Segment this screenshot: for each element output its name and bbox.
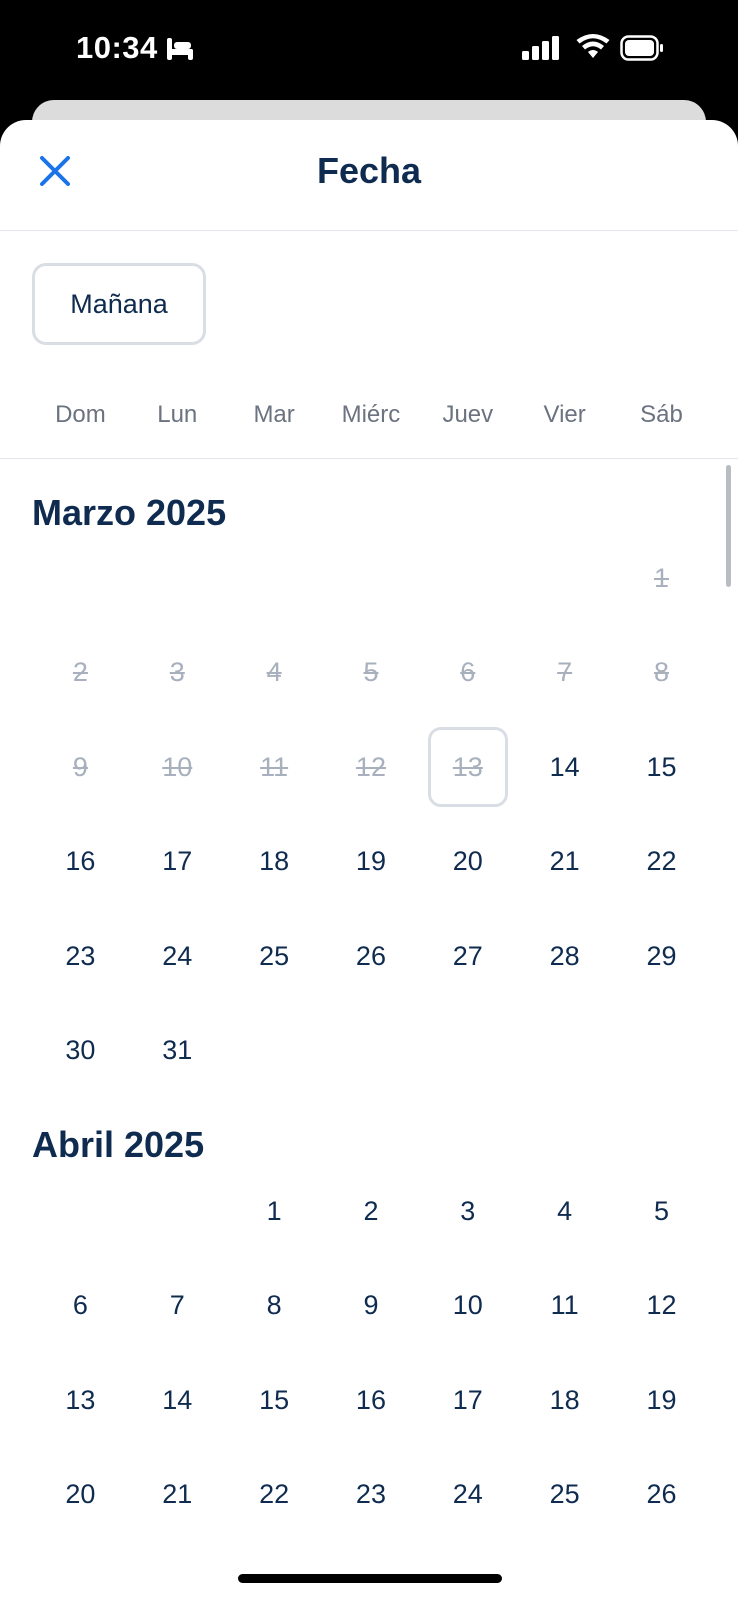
sleep-focus-icon [165,36,195,67]
calendar-day[interactable]: 27 [419,909,516,1004]
date-picker-sheet: Fecha Mañana Dom Lun Mar Miérc Juev Vier… [0,120,738,1600]
calendar-day[interactable]: 26 [613,1448,710,1543]
wifi-icon [576,34,610,65]
calendar-day[interactable]: 5 [613,1164,710,1259]
calendar-day[interactable]: 21 [129,1448,226,1543]
empty-cell [226,531,323,626]
calendar-day[interactable]: 17 [129,815,226,910]
calendar-day[interactable]: 25 [516,1448,613,1543]
calendar-day[interactable]: 8 [226,1259,323,1354]
page-title: Fecha [316,150,422,191]
calendar-day: 10 [162,751,193,782]
calendar-day[interactable]: 23 [323,1448,420,1543]
calendar-day: 1 [653,562,669,593]
empty-cell [32,531,129,626]
calendar-day[interactable]: 19 [613,1353,710,1448]
calendar-day: 5 [363,657,379,688]
weekday-label: Juev [442,401,494,428]
calendar-day: 3 [169,657,185,688]
divider [0,458,738,459]
calendar-day: 12 [355,751,386,782]
calendar-day[interactable]: 1 [226,1164,323,1259]
calendar-day[interactable]: 14 [516,720,613,815]
weekday-label: Lun [157,401,198,428]
weekday-label: Vier [543,401,586,428]
calendar-day[interactable]: 15 [613,720,710,815]
calendar-day[interactable]: 26 [323,909,420,1004]
month-title: Marzo 2025 [32,492,227,533]
calendar-day[interactable]: 23 [32,909,129,1004]
weekday-label: Dom [55,401,106,428]
cellular-signal-icon [522,36,562,65]
empty-cell [419,531,516,626]
calendar-day[interactable]: 2 [323,1164,420,1259]
calendar-day[interactable]: 15 [226,1353,323,1448]
calendar-day[interactable]: 3 [419,1164,516,1259]
empty-cell [129,531,226,626]
calendar-day: 4 [266,657,282,688]
weekday-label: Miérc [341,401,401,428]
calendar-day[interactable]: 18 [516,1353,613,1448]
calendar-day[interactable]: 24 [419,1448,516,1543]
empty-cell [32,1164,129,1259]
calendar-day[interactable]: 7 [129,1259,226,1354]
sheet-header: Fecha [0,120,738,231]
calendar-day[interactable]: 25 [226,909,323,1004]
calendar-day[interactable]: 22 [613,815,710,910]
calendar-day[interactable]: 9 [323,1259,420,1354]
status-bar: 10:34 [0,0,738,100]
calendar-day[interactable]: 10 [419,1259,516,1354]
calendar-day: 2 [72,657,88,688]
calendar-day[interactable]: 6 [32,1259,129,1354]
status-time: 10:34 [76,30,158,65]
weekday-label: Mar [253,401,295,428]
calendar-day[interactable]: 20 [32,1448,129,1543]
calendar-day: 11 [260,751,289,782]
calendar-day[interactable]: 16 [32,815,129,910]
calendar-day: 6 [460,657,476,688]
empty-cell [516,531,613,626]
calendar-day[interactable]: 28 [516,909,613,1004]
battery-icon [620,35,664,66]
calendar-day[interactable]: 12 [613,1259,710,1354]
weekday-label: Sáb [640,401,683,428]
calendar-day[interactable]: 30 [32,1004,129,1099]
calendar-day[interactable]: 31 [129,1004,226,1099]
calendar-day: 9 [72,751,88,782]
calendar-day: 7 [557,657,573,688]
calendar-day[interactable]: 13 [32,1353,129,1448]
calendar-day[interactable]: 18 [226,815,323,910]
weekday-header: Dom Lun Mar Miérc Juev Vier Sáb [32,390,710,440]
home-indicator [238,1574,502,1583]
scrollbar[interactable] [726,465,731,587]
tomorrow-chip[interactable]: Mañana [32,263,206,345]
calendar-day: 8 [653,657,669,688]
calendar-day[interactable]: 29 [613,909,710,1004]
calendar-day[interactable]: 22 [226,1448,323,1543]
calendar-day[interactable]: 21 [516,815,613,910]
calendar-day[interactable]: 16 [323,1353,420,1448]
calendar-day[interactable]: 19 [323,815,420,910]
calendar-day[interactable]: 14 [129,1353,226,1448]
month-grid-april: 1 2 3 4 5 6 7 8 9 10 11 12 13 14 15 16 17 18 19 20 21 22 23 24 2… [32,1164,710,1542]
calendar-day[interactable]: 11 [516,1259,613,1354]
calendar-day-today: 13 [419,720,516,815]
calendar-day[interactable]: 24 [129,909,226,1004]
empty-cell [323,531,420,626]
month-title: Abril 2025 [32,1124,205,1165]
month-grid-march: 1 2 3 4 5 6 7 8 9 10 11 12 13 14 15 16 17 18 19 20 21 22 23 24 2… [32,531,710,1098]
empty-cell [129,1164,226,1259]
calendar-day[interactable]: 20 [419,815,516,910]
calendar-day[interactable]: 4 [516,1164,613,1259]
calendar-day[interactable]: 17 [419,1353,516,1448]
